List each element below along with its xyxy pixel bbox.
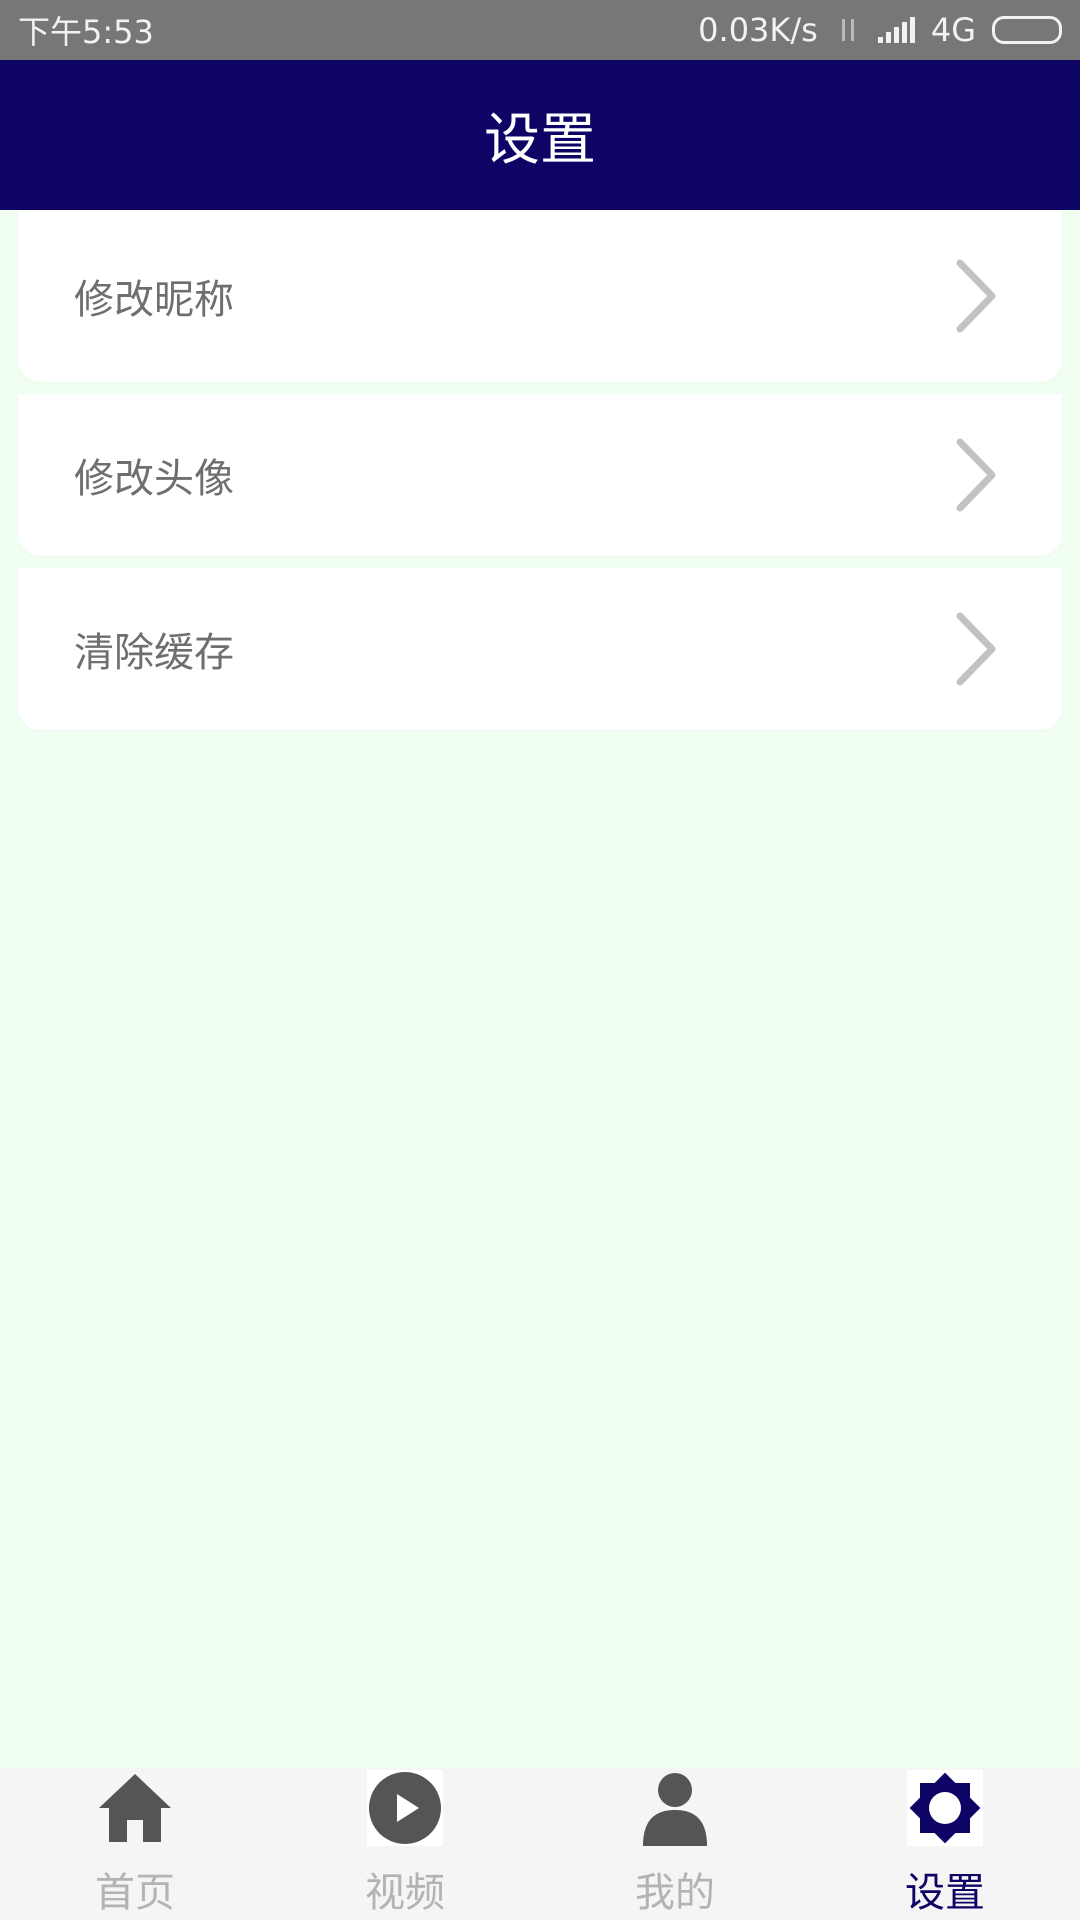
setting-item-edit-nickname[interactable]: 修改昵称: [18, 210, 1062, 382]
signal-icon: [877, 17, 915, 43]
status-time: 下午5:53: [18, 13, 154, 51]
nav-label: 设置: [905, 1870, 985, 1916]
home-icon: [97, 1770, 173, 1846]
chevron-right-icon: [956, 612, 996, 686]
setting-item-clear-cache[interactable]: 清除缓存: [18, 568, 1062, 730]
setting-item-edit-avatar[interactable]: 修改头像: [18, 394, 1062, 556]
chevron-right-icon: [956, 259, 996, 333]
nav-label: 我的: [635, 1870, 715, 1916]
nav-item-home[interactable]: 首页: [0, 1768, 270, 1920]
play-icon: [367, 1770, 443, 1846]
user-icon: [637, 1770, 713, 1846]
gear-icon: [907, 1770, 983, 1846]
settings-list: 修改昵称 修改头像 清除缓存: [18, 210, 1062, 742]
battery-icon: [992, 16, 1062, 44]
nav-item-settings[interactable]: 设置: [810, 1768, 1080, 1920]
settings-screen: 下午5:53 0.03K/s 4G 设置 修改昵称 修改头像 清除缓存 首页 视…: [0, 0, 1080, 1920]
network-type: 4G: [930, 11, 976, 49]
nav-item-video[interactable]: 视频: [270, 1768, 540, 1920]
nav-label: 视频: [365, 1870, 445, 1916]
network-speed: 0.03K/s: [698, 11, 818, 49]
bottom-nav: 首页 视频 我的 设置: [0, 1768, 1080, 1920]
setting-item-label: 修改昵称: [74, 277, 234, 323]
data-arrows-icon: [834, 15, 862, 45]
nav-item-me[interactable]: 我的: [540, 1768, 810, 1920]
nav-label: 首页: [95, 1870, 175, 1916]
title-bar: 设置: [0, 60, 1080, 210]
page-title: 设置: [484, 107, 596, 173]
setting-item-label: 清除缓存: [74, 630, 234, 676]
status-indicators: 0.03K/s 4G: [698, 11, 1062, 49]
chevron-right-icon: [956, 438, 996, 512]
status-bar: 下午5:53 0.03K/s 4G: [0, 0, 1080, 60]
setting-item-label: 修改头像: [74, 456, 234, 502]
